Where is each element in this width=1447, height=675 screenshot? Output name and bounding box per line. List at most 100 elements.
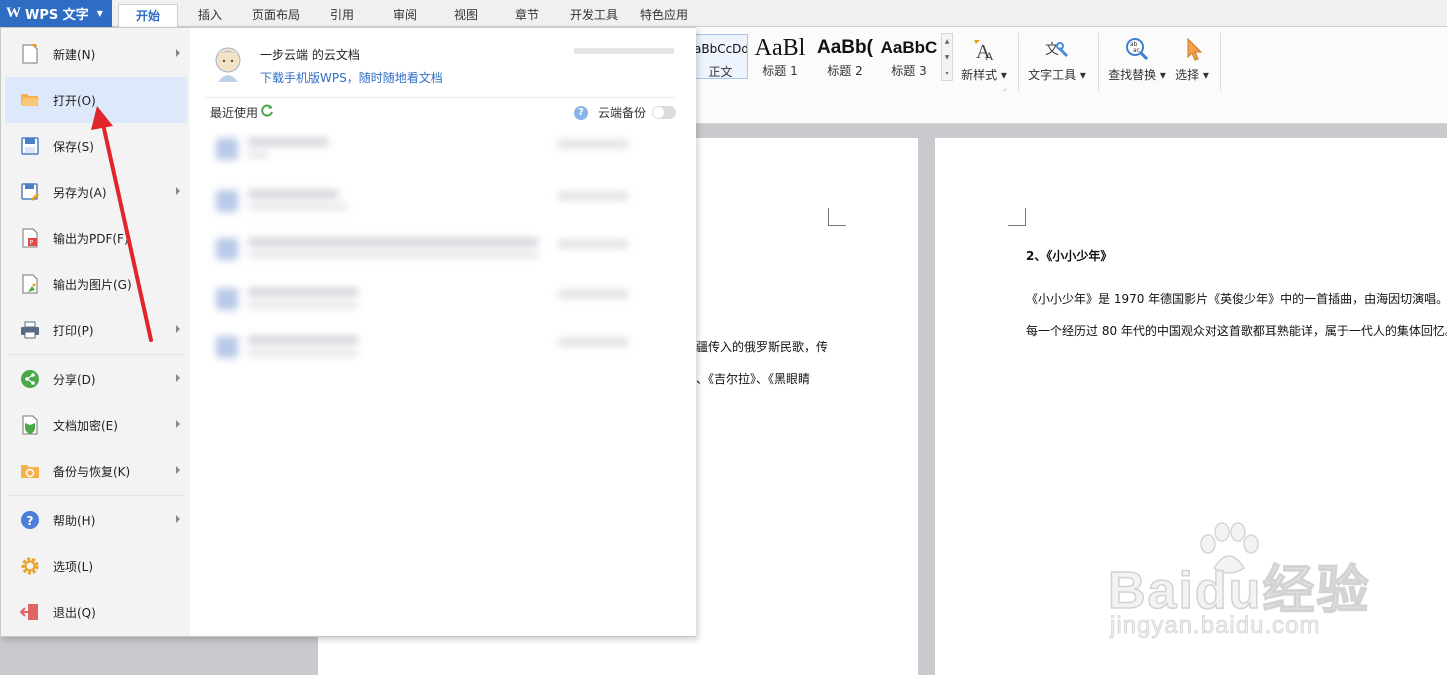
svg-text:?: ? [27, 514, 34, 528]
tab-chapter[interactable]: 章节 [515, 0, 539, 27]
menu-item-backup-restore[interactable]: 备份与恢复(K) [5, 448, 187, 494]
menu-item-encrypt[interactable]: 文档加密(E) [5, 402, 187, 448]
watermark-url: jingyan.baidu.com [1110, 612, 1321, 640]
style-sample: AaBb( [817, 37, 873, 58]
cloud-backup-label: 云端备份 [598, 106, 647, 120]
encrypt-document-icon [19, 414, 41, 436]
recent-file-name [248, 288, 358, 296]
caret-down-icon: ▼ [96, 9, 103, 18]
styles-scroll[interactable]: ▲ ▼ ▾ [941, 33, 953, 81]
menu-item-exit[interactable]: 退出(Q) [5, 589, 187, 635]
menu-item-help[interactable]: ? 帮助(H) [5, 497, 187, 543]
menu-item-label: 另存为(A) [53, 185, 107, 200]
menu-item-export-image[interactable]: 输出为图片(G) [5, 261, 187, 307]
menu-separator [9, 354, 184, 355]
document-icon [216, 190, 238, 212]
style-heading-3[interactable]: AaBbC 标题 3 [878, 34, 940, 79]
menu-item-open[interactable]: 打开(O) [5, 77, 187, 123]
menu-item-new[interactable]: 新建(N) [5, 31, 187, 77]
file-menu-list: 新建(N) 打开(O) 保存(S) 另存为(A) P 输出为PDF(F) 输出为… [1, 28, 190, 636]
menu-item-export-pdf[interactable]: P 输出为PDF(F) [5, 215, 187, 261]
menu-item-print[interactable]: 打印(P) [5, 307, 187, 353]
recent-file-date [558, 290, 628, 298]
ribbon-expand-icon[interactable]: ⌟ [1003, 84, 1006, 92]
recent-file-item[interactable] [208, 278, 678, 320]
share-icon [19, 368, 41, 390]
menu-item-label: 输出为PDF(F) [53, 231, 129, 246]
style-heading-1[interactable]: AaBl 标题 1 [751, 34, 809, 79]
gear-icon [19, 555, 41, 577]
recent-file-item[interactable] [208, 228, 678, 270]
help-circle-icon[interactable]: ? [574, 105, 588, 120]
menu-item-share[interactable]: 分享(D) [5, 356, 187, 402]
wps-app-menu-button[interactable]: W WPS 文字 ▼ [0, 0, 112, 27]
text-tools-button[interactable]: 文 文字工具 ▾ [1026, 34, 1088, 83]
new-style-icon: AA [958, 34, 1010, 66]
submenu-arrow-icon [176, 325, 180, 333]
submenu-arrow-icon [176, 515, 180, 523]
cloud-backup-control: ? 云端备份 [574, 104, 677, 121]
recent-file-path [248, 152, 268, 158]
new-style-button[interactable]: AA 新样式 ▾ [958, 34, 1010, 83]
find-replace-label: 查找替换 ▾ [1108, 68, 1166, 82]
recent-file-path [248, 302, 358, 308]
svg-text:ac: ac [1133, 47, 1140, 54]
doc-line: 、《吉尔拉》、《黑眼睛 [696, 372, 811, 386]
menu-item-options[interactable]: 选项(L) [5, 543, 187, 589]
select-cursor-icon [1172, 34, 1212, 66]
new-style-label: 新样式 ▾ [961, 68, 1007, 82]
doc-line: 《小小少年》是 1970 年德国影片《英俊少年》中的一首插曲，由海因切演唱。 [1026, 292, 1447, 306]
submenu-arrow-icon [176, 466, 180, 474]
document-icon [216, 336, 238, 358]
menu-item-label: 分享(D) [53, 372, 96, 387]
menu-item-save[interactable]: 保存(S) [5, 123, 187, 169]
tab-insert[interactable]: 插入 [198, 0, 222, 27]
style-sample: AaBbC [880, 38, 938, 57]
cloud-backup-toggle[interactable] [652, 106, 677, 119]
style-label: 正文 [708, 65, 733, 79]
style-sample: AaBl [754, 35, 806, 61]
cloud-docs-title: 一步云端 的云文档 [260, 48, 360, 62]
export-image-icon [19, 273, 41, 295]
tab-home[interactable]: 开始 [118, 4, 178, 28]
tab-developer[interactable]: 开发工具 [570, 0, 618, 27]
tab-review[interactable]: 审阅 [393, 0, 417, 27]
style-label: 标题 1 [762, 64, 798, 78]
select-button[interactable]: 选择 ▾ [1172, 34, 1212, 83]
recent-file-date [558, 140, 628, 148]
submenu-arrow-icon [176, 187, 180, 195]
recent-file-name [248, 238, 538, 246]
file-menu-dropdown: 新建(N) 打开(O) 保存(S) 另存为(A) P 输出为PDF(F) 输出为… [0, 27, 696, 637]
tab-references[interactable]: 引用 [330, 0, 354, 27]
recent-file-path [248, 252, 538, 258]
recent-file-item[interactable] [208, 326, 678, 368]
app-menu-label: WPS 文字 [25, 8, 89, 23]
style-label: 标题 2 [827, 64, 863, 78]
recent-file-item[interactable] [208, 128, 678, 170]
style-heading-2[interactable]: AaBb( 标题 2 [814, 34, 876, 79]
exit-icon [19, 601, 41, 623]
backup-restore-icon [19, 460, 41, 482]
tab-view[interactable]: 视图 [454, 0, 478, 27]
style-label: 标题 3 [891, 64, 927, 78]
recent-file-item[interactable] [208, 180, 678, 222]
menu-separator [9, 495, 184, 496]
download-mobile-link[interactable]: 下载手机版WPS，随时随地看文档 [260, 69, 443, 86]
find-replace-button[interactable]: ab ac 查找替换 ▾ [1106, 34, 1168, 83]
style-normal[interactable]: aBbCcDd 正文 [693, 34, 748, 79]
menu-item-label: 新建(N) [53, 47, 96, 62]
refresh-icon[interactable] [260, 104, 274, 121]
menu-item-label: 文档加密(E) [53, 418, 118, 433]
tab-page-layout[interactable]: 页面布局 [252, 0, 300, 27]
save-as-icon [19, 181, 41, 203]
baidu-watermark: Baidu经验 jingyan.baidu.com [1107, 520, 1388, 650]
svg-text:P: P [30, 240, 34, 247]
avatar[interactable] [210, 44, 246, 84]
tab-special-apps[interactable]: 特色应用 [640, 0, 688, 27]
ribbon-separator [1018, 33, 1019, 91]
file-menu-panel: 一步云端 的云文档 下载手机版WPS，随时随地看文档 最近使用 ? 云端备份 [190, 28, 696, 636]
export-pdf-icon: P [19, 227, 41, 249]
wps-logo-icon: W [6, 5, 21, 21]
recent-file-date [558, 192, 628, 200]
menu-item-save-as[interactable]: 另存为(A) [5, 169, 187, 215]
